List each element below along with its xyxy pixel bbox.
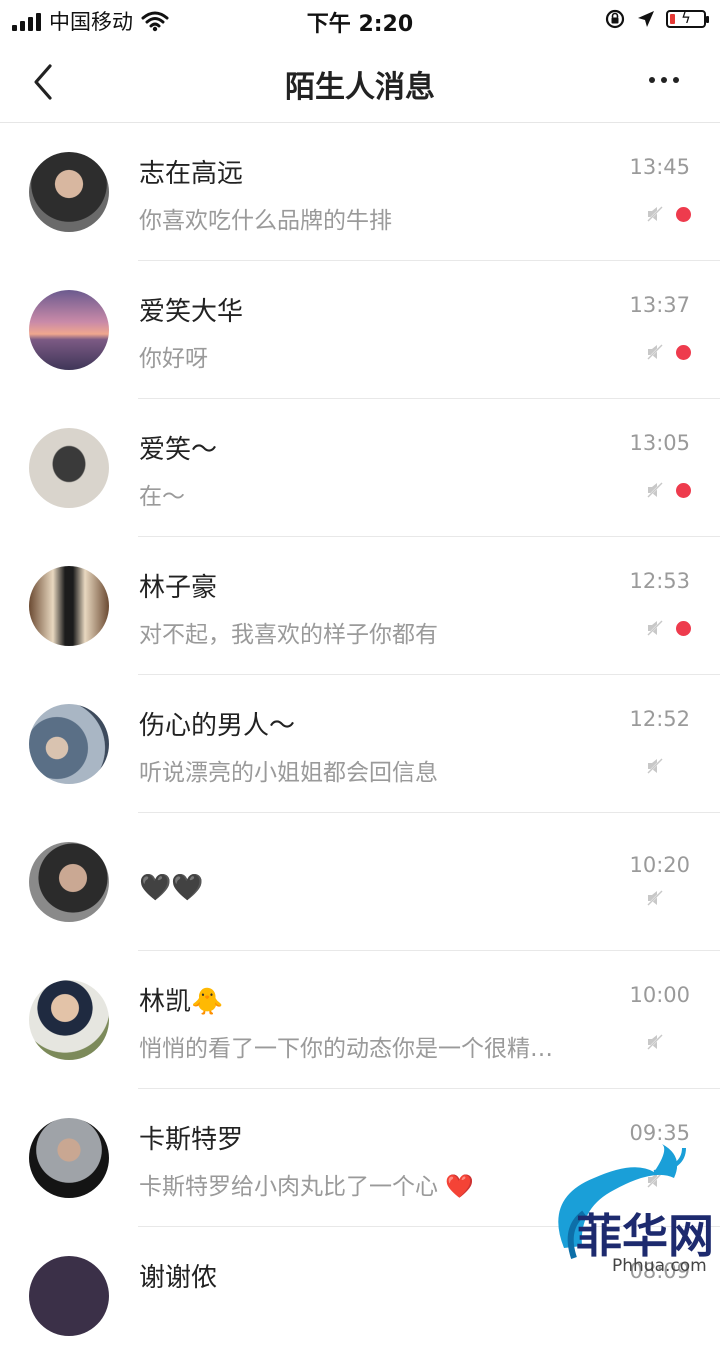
watermark-url: Phhua.com (612, 1256, 707, 1276)
unread-dot (676, 207, 691, 222)
contact-name: 志在高远 (139, 159, 244, 189)
conversation-row[interactable]: 林凯🐥 悄悄的看了一下你的动态你是一个很精… 10:00 (0, 951, 720, 1089)
status-bar: 中国移动 下午 2:20 ϟ (0, 0, 720, 40)
avatar[interactable] (29, 428, 109, 508)
conversation-row[interactable]: 爱笑～ 在～ 13:05 (0, 399, 720, 537)
conversation-row[interactable]: 爱笑大华 你好呀 13:37 (0, 261, 720, 399)
message-preview: 悄悄的看了一下你的动态你是一个很精… (139, 1036, 553, 1062)
unread-dot (676, 621, 691, 636)
mute-icon (646, 481, 664, 499)
rotation-lock-icon (605, 9, 625, 29)
avatar[interactable] (29, 290, 109, 370)
avatar[interactable] (29, 1118, 109, 1198)
ellipsis-icon (649, 77, 679, 83)
avatar[interactable] (29, 152, 109, 232)
avatar[interactable] (29, 980, 109, 1060)
contact-name: 伤心的男人～ (139, 711, 296, 741)
conversation-row[interactable]: 伤心的男人～ 听说漂亮的小姐姐都会回信息 12:52 (0, 675, 720, 813)
avatar[interactable] (29, 566, 109, 646)
conversation-row[interactable]: 🖤🖤 10:20 (0, 813, 720, 951)
mute-icon (646, 889, 664, 907)
message-preview: 你好呀 (139, 346, 208, 372)
message-preview: 对不起，我喜欢的样子你都有 (139, 622, 438, 648)
unread-dot (676, 483, 691, 498)
contact-name: 爱笑大华 (139, 297, 244, 327)
navigation-bar: 陌生人消息 (0, 40, 720, 123)
avatar[interactable] (29, 1256, 109, 1336)
page-title: 陌生人消息 (285, 70, 435, 105)
message-time: 13:45 (629, 155, 690, 179)
message-time: 10:20 (629, 853, 690, 877)
avatar[interactable] (29, 704, 109, 784)
contact-name: 林子豪 (139, 573, 218, 603)
message-time: 13:37 (629, 293, 690, 317)
unread-dot (676, 345, 691, 360)
contact-name: 爱笑～ (139, 435, 218, 465)
message-preview: 听说漂亮的小姐姐都会回信息 (139, 760, 438, 786)
conversation-row[interactable]: 志在高远 你喜欢吃什么品牌的牛排 13:45 (0, 123, 720, 261)
message-time: 12:52 (629, 707, 690, 731)
battery-icon: ϟ (666, 9, 709, 28)
message-preview: 在～ (139, 484, 185, 510)
conversation-row[interactable]: 林子豪 对不起，我喜欢的样子你都有 12:53 (0, 537, 720, 675)
mute-icon (646, 205, 664, 223)
status-right: ϟ (604, 8, 709, 30)
mute-icon (646, 1033, 664, 1051)
message-preview: 你喜欢吃什么品牌的牛排 (139, 208, 392, 234)
message-time: 12:53 (629, 569, 690, 593)
avatar[interactable] (29, 842, 109, 922)
message-preview: 卡斯特罗给小肉丸比了一个心 ❤️ (139, 1174, 474, 1200)
contact-name: 林凯🐥 (139, 987, 224, 1017)
mute-icon (646, 619, 664, 637)
contact-name: 卡斯特罗 (139, 1125, 244, 1155)
message-time: 10:00 (629, 983, 690, 1007)
mute-icon (646, 343, 664, 361)
location-arrow-icon (638, 11, 654, 27)
contact-name: 谢谢侬 (139, 1263, 218, 1293)
message-time: 13:05 (629, 431, 690, 455)
more-options-button[interactable] (646, 68, 682, 92)
contact-name: 🖤🖤 (139, 873, 204, 903)
mute-icon (646, 757, 664, 775)
